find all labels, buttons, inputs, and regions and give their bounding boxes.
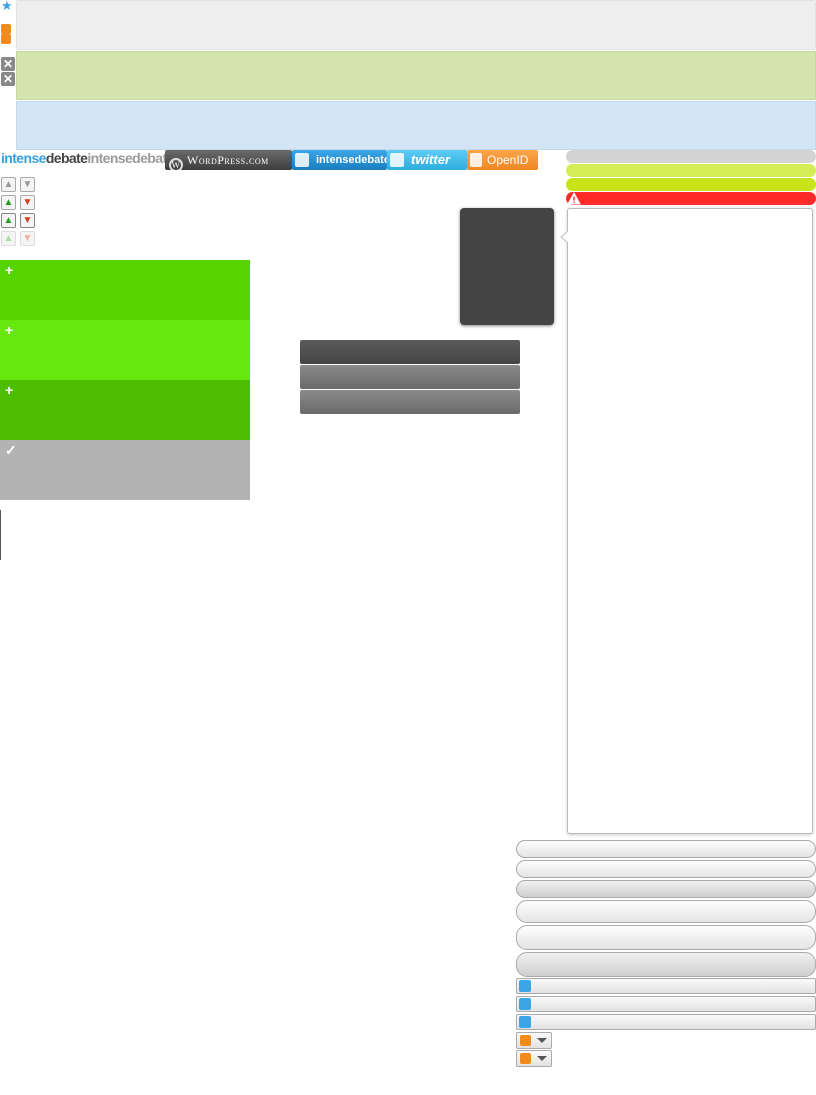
twitter-login-button[interactable]: twitter <box>387 150 467 170</box>
pill-button[interactable] <box>516 900 816 923</box>
thumbs-up-icon[interactable]: ▲ <box>1 231 16 246</box>
thumbs-up-icon[interactable]: ▲ <box>1 195 16 210</box>
notice-band-info <box>16 101 816 150</box>
pill-button[interactable] <box>516 880 816 898</box>
menu-bar[interactable] <box>300 365 520 389</box>
plus-icon: + <box>5 322 14 338</box>
intensedebate-logo: intensedebateintensedebate <box>1 150 174 166</box>
twitter-icon <box>390 153 404 167</box>
pill-button[interactable] <box>516 952 816 977</box>
pill-button[interactable] <box>516 840 816 858</box>
intensedebate-login-button[interactable]: intensedebate <box>292 150 387 170</box>
status-bar-lime <box>566 164 816 177</box>
completed-panel[interactable]: ✓ <box>0 440 250 500</box>
wordpress-label: WordPress.com <box>187 153 269 167</box>
status-bar-yellowgreen <box>566 178 816 191</box>
status-bar-neutral <box>566 150 816 163</box>
divider <box>0 510 1 560</box>
rss-icon[interactable] <box>1 24 11 34</box>
rss-dropdown[interactable] <box>516 1050 552 1067</box>
chevron-down-icon <box>537 1038 547 1043</box>
thumbs-down-icon[interactable]: ▼ <box>20 195 35 210</box>
intensedebate-icon <box>519 1016 531 1028</box>
pill-button[interactable] <box>516 860 816 878</box>
rss-dropdown[interactable] <box>516 1032 552 1049</box>
pill-button[interactable] <box>516 925 816 950</box>
intensedebate-bar[interactable] <box>516 1014 816 1030</box>
rss-icon <box>520 1053 531 1064</box>
status-bar-error <box>566 192 816 205</box>
wordpress-icon: W <box>169 158 183 170</box>
wordpress-login-button[interactable]: W WordPress.com <box>165 150 292 170</box>
intensedebate-bar[interactable] <box>516 978 816 994</box>
panel-pointer-inner <box>562 231 569 243</box>
rss-icon[interactable] <box>1 34 11 44</box>
intensedebate-label: intensedebate <box>316 154 387 166</box>
menu-bar[interactable] <box>300 340 520 364</box>
check-icon: ✓ <box>5 442 17 458</box>
intensedebate-bar[interactable] <box>516 996 816 1012</box>
logo-part-secondary: intensedebate <box>87 150 174 166</box>
expand-panel[interactable]: + <box>0 380 250 440</box>
openid-login-button[interactable]: OpenID <box>467 150 538 170</box>
openid-label: OpenID <box>487 153 529 167</box>
plus-icon: + <box>5 382 14 398</box>
thumbs-down-icon[interactable]: ▼ <box>20 213 35 228</box>
popup-panel <box>567 208 813 834</box>
thumbs-down-icon[interactable]: ▼ <box>20 231 35 246</box>
logo-part-intense: intense <box>1 150 46 166</box>
openid-icon <box>470 153 482 167</box>
chevron-down-icon <box>537 1056 547 1061</box>
intensedebate-icon <box>519 980 531 992</box>
close-icon[interactable]: ✕ <box>1 57 15 71</box>
warning-icon <box>567 192 581 205</box>
intensedebate-icon <box>519 998 531 1010</box>
twitter-label: twitter <box>411 152 450 167</box>
expand-panel[interactable]: + <box>0 260 250 320</box>
tooltip-box <box>460 208 554 325</box>
thumbs-up-icon[interactable]: ▲ <box>1 213 16 228</box>
rss-icon <box>520 1035 531 1046</box>
notice-band-neutral <box>16 0 816 50</box>
star-icon: ★ <box>1 0 13 13</box>
intensedebate-icon <box>295 153 309 167</box>
plus-icon: + <box>5 262 14 278</box>
menu-bar[interactable] <box>300 390 520 414</box>
close-icon[interactable]: ✕ <box>1 72 15 86</box>
thumbs-down-icon[interactable]: ▼ <box>20 177 35 192</box>
expand-panel[interactable]: + <box>0 320 250 380</box>
notice-band-success <box>16 51 816 100</box>
logo-part-debate: debate <box>45 150 88 166</box>
thumbs-up-icon[interactable]: ▲ <box>1 177 16 192</box>
